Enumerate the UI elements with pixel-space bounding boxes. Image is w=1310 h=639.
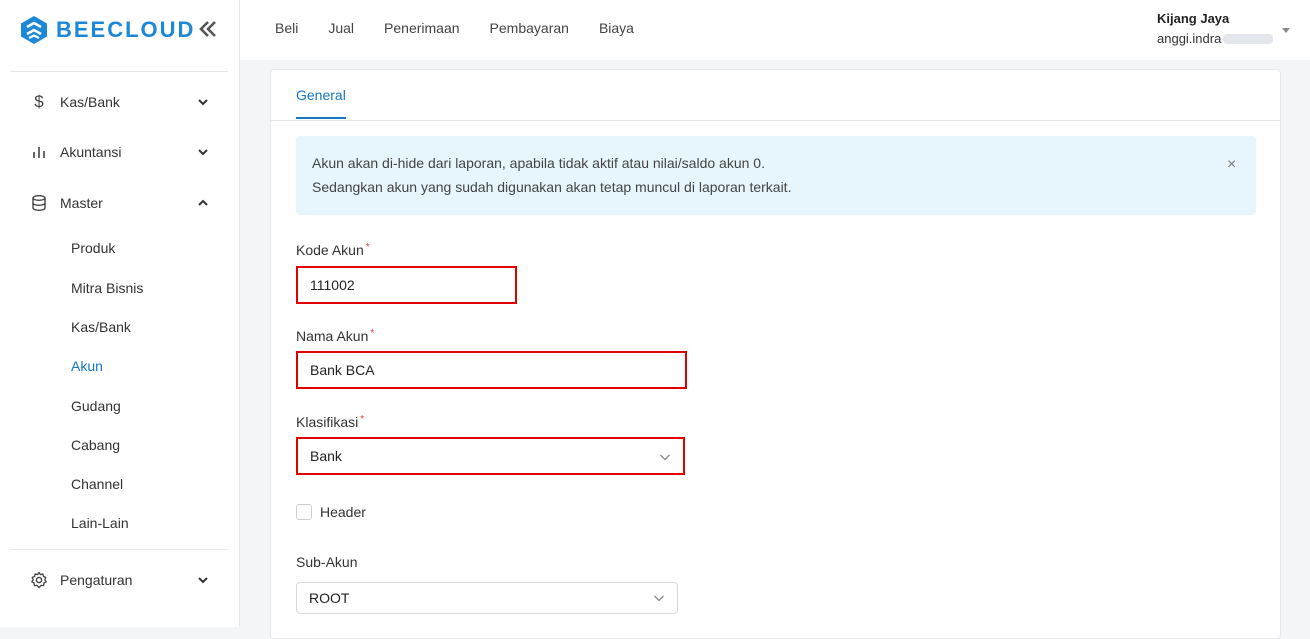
divider	[10, 71, 228, 72]
sidebar-subitem-akun[interactable]: Akun	[71, 356, 103, 376]
beecloud-logo-icon	[21, 16, 47, 44]
nav-penerimaan[interactable]: Penerimaan	[384, 20, 460, 36]
close-icon[interactable]: ×	[1227, 156, 1236, 174]
account-form-card: General Akun akan di-hide dari laporan, …	[270, 69, 1281, 639]
nama-akun-label: Nama Akun *	[296, 328, 374, 344]
sidebar-subitem-cabang[interactable]: Cabang	[71, 435, 120, 455]
redacted-text	[1223, 33, 1274, 44]
klasifikasi-label-text: Klasifikasi	[296, 414, 359, 430]
chevron-down-icon	[198, 577, 208, 584]
alert-line-1: Akun akan di-hide dari laporan, apabila …	[312, 155, 765, 171]
tab-general[interactable]: General	[296, 87, 346, 119]
nav-biaya[interactable]: Biaya	[599, 20, 634, 36]
brand-logo[interactable]: BEECLOUD	[20, 14, 195, 46]
sidebar-item-label: Kas/Bank	[60, 94, 120, 110]
sidebar-subitem-kas-bank[interactable]: Kas/Bank	[71, 317, 131, 337]
required-mark: *	[365, 242, 370, 253]
sidebar-item-label: Master	[60, 195, 103, 211]
sidebar-item-label: Pengaturan	[60, 572, 133, 588]
kode-akun-label: Kode Akun *	[296, 242, 370, 258]
chevron-down-icon	[660, 454, 670, 461]
sidebar-subitem-channel[interactable]: Channel	[71, 474, 123, 494]
sub-akun-select[interactable]: ROOT	[296, 582, 678, 614]
sub-akun-value: ROOT	[309, 590, 350, 606]
kode-akun-input[interactable]	[298, 268, 515, 302]
sidebar-subitem-mitra-bisnis[interactable]: Mitra Bisnis	[71, 278, 143, 298]
top-navigation: Beli Jual Penerimaan Pembayaran Biaya	[275, 20, 664, 36]
nama-akun-input[interactable]	[298, 353, 685, 387]
top-bar: Beli Jual Penerimaan Pembayaran Biaya Ki…	[240, 0, 1310, 60]
kode-akun-label-text: Kode Akun	[296, 242, 364, 258]
double-chevron-left-icon	[199, 21, 216, 37]
sidebar-subitem-produk[interactable]: Produk	[71, 238, 115, 258]
sidebar-item-pengaturan[interactable]: Pengaturan	[0, 560, 239, 600]
header-checkbox-row[interactable]: Header	[296, 504, 366, 520]
sidebar-item-kas-bank[interactable]: $ Kas/Bank	[0, 82, 239, 122]
caret-down-icon[interactable]	[1282, 28, 1290, 33]
sidebar-subitem-gudang[interactable]: Gudang	[71, 396, 121, 416]
user-email: anggi.indra	[1157, 31, 1274, 46]
sub-akun-label: Sub-Akun	[296, 554, 357, 570]
sidebar-item-akuntansi[interactable]: Akuntansi	[0, 132, 239, 172]
required-mark: *	[360, 414, 365, 425]
info-alert: Akun akan di-hide dari laporan, apabila …	[296, 136, 1256, 215]
alert-line-2: Sedangkan akun yang sudah digunakan akan…	[312, 179, 792, 195]
collapse-sidebar-button[interactable]	[196, 18, 220, 42]
nav-jual[interactable]: Jual	[328, 20, 354, 36]
klasifikasi-label: Klasifikasi *	[296, 414, 364, 430]
brand-name: BEECLOUD	[56, 17, 196, 42]
database-icon	[32, 195, 46, 211]
klasifikasi-select[interactable]: Bank	[296, 437, 685, 475]
dollar-icon: $	[34, 92, 44, 111]
user-email-text: anggi.indra	[1157, 31, 1222, 46]
nama-akun-field[interactable]	[296, 351, 687, 389]
chevron-down-icon	[198, 149, 208, 156]
company-name: Kijang Jaya	[1157, 11, 1230, 26]
sidebar-item-label: Akuntansi	[60, 144, 122, 160]
chevron-down-icon	[654, 595, 664, 602]
divider	[10, 549, 228, 550]
gear-icon	[31, 571, 47, 589]
nav-beli[interactable]: Beli	[275, 20, 298, 36]
nama-akun-label-text: Nama Akun	[296, 328, 369, 344]
nav-pembayaran[interactable]: Pembayaran	[490, 20, 569, 36]
sidebar-subitem-lain-lain[interactable]: Lain-Lain	[71, 513, 129, 533]
user-menu[interactable]: Kijang Jaya anggi.indra	[1157, 11, 1274, 46]
sidebar: BEECLOUD $ Kas/Bank Akuntansi Master Pro…	[0, 0, 240, 627]
header-checkbox-label: Header	[320, 504, 366, 520]
kode-akun-field[interactable]	[296, 266, 517, 304]
klasifikasi-value: Bank	[310, 448, 342, 464]
header-checkbox[interactable]	[296, 504, 312, 520]
chevron-down-icon	[198, 99, 208, 106]
bar-chart-icon	[33, 147, 45, 158]
required-mark: *	[370, 328, 375, 339]
chevron-up-icon	[198, 199, 208, 206]
tab-divider	[271, 120, 1280, 121]
sub-akun-label-text: Sub-Akun	[296, 554, 358, 570]
sidebar-item-master[interactable]: Master	[0, 183, 239, 223]
